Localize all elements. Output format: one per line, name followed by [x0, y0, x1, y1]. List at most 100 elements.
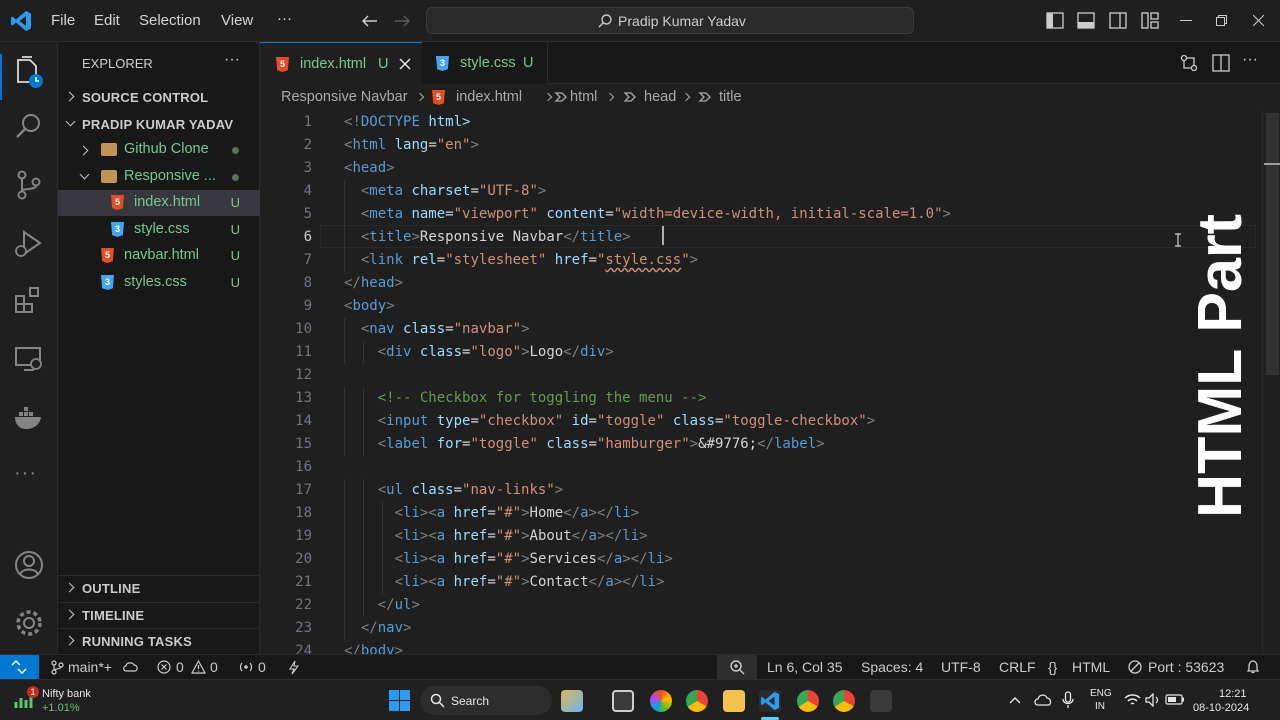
- microphone-icon[interactable]: [1062, 691, 1074, 709]
- warning-icon: [191, 660, 206, 674]
- snipping-tool-icon[interactable]: [870, 690, 892, 712]
- menu-more-button[interactable]: ···: [277, 10, 292, 27]
- git-branch-label[interactable]: main*+: [68, 659, 112, 675]
- sync-cloud-icon[interactable]: [122, 660, 140, 674]
- tree-item-github-clone[interactable]: Github Clone: [58, 137, 260, 163]
- warning-count[interactable]: 0: [210, 659, 218, 675]
- stock-widget[interactable]: 1 Nifty bank +1.01%: [14, 686, 96, 716]
- eol-setting[interactable]: CRLF: [999, 659, 1036, 675]
- compare-changes-icon[interactable]: [1180, 54, 1198, 72]
- css-file-icon: 3: [111, 222, 124, 237]
- run-debug-icon[interactable]: [12, 226, 46, 260]
- onedrive-cloud-icon[interactable]: [1034, 693, 1052, 707]
- overlay-caption: HTML Part: [1186, 214, 1255, 518]
- menu-file[interactable]: File: [51, 12, 75, 29]
- scrollbar-cursor-marker: [1264, 163, 1280, 165]
- back-arrow-icon[interactable]: [360, 13, 378, 29]
- minimize-icon[interactable]: [1180, 20, 1192, 22]
- notifications-bell-icon[interactable]: [1245, 659, 1261, 675]
- windows-start-icon[interactable]: [389, 690, 410, 711]
- tree-item-navbar-html[interactable]: 5 navbar.html U: [58, 243, 260, 269]
- breadcrumb-html[interactable]: html: [570, 89, 597, 105]
- widgets-app-icon[interactable]: [561, 690, 583, 712]
- close-tab-icon[interactable]: [399, 58, 411, 70]
- wifi-icon[interactable]: [1124, 693, 1141, 707]
- cursor-position[interactable]: Ln 6, Col 35: [767, 659, 843, 675]
- ports-count[interactable]: 0: [258, 659, 266, 675]
- running-tasks-section-header[interactable]: RUNNING TASKS: [58, 628, 260, 652]
- scrollbar-thumb[interactable]: [1266, 113, 1279, 375]
- menu-edit[interactable]: Edit: [94, 12, 120, 29]
- encoding-setting[interactable]: UTF-8: [941, 659, 981, 675]
- editor-more-actions-button[interactable]: ···: [1242, 51, 1258, 69]
- customize-layout-icon[interactable]: [1141, 12, 1159, 29]
- chrome-icon[interactable]: [686, 690, 708, 712]
- toggle-panel-icon[interactable]: [1077, 12, 1095, 29]
- language-mode[interactable]: HTML: [1072, 659, 1110, 675]
- tab-style-css[interactable]: 3 style.css U: [422, 42, 548, 84]
- indent-guide: [362, 525, 364, 548]
- chrome-profile-2-icon[interactable]: [833, 690, 855, 712]
- tree-item-styles-css[interactable]: 3 styles.css U: [58, 270, 260, 296]
- error-count[interactable]: 0: [176, 659, 184, 675]
- chrome-profile-icon[interactable]: [797, 690, 819, 712]
- tree-item-index-html[interactable]: 5 index.html U: [58, 190, 260, 216]
- clock-time[interactable]: 12:21: [1219, 688, 1247, 700]
- tree-item-style-css[interactable]: 3 style.css U: [58, 217, 260, 243]
- vertical-scrollbar[interactable]: [1262, 111, 1280, 654]
- chevron-right-icon: [64, 582, 75, 593]
- timeline-section-header[interactable]: TIMELINE: [58, 602, 260, 626]
- zoom-magnifier-icon: [730, 660, 745, 675]
- tree-item-responsive[interactable]: Responsive ...: [58, 164, 260, 190]
- remote-indicator-button[interactable]: [0, 655, 39, 679]
- source-control-icon[interactable]: [12, 168, 46, 202]
- toggle-secondary-sidebar-icon[interactable]: [1109, 12, 1127, 29]
- volume-icon[interactable]: [1145, 693, 1161, 707]
- chevron-up-icon[interactable]: [1009, 695, 1021, 705]
- breadcrumb-head[interactable]: head: [644, 89, 676, 105]
- split-editor-icon[interactable]: [1212, 54, 1230, 72]
- code-line: <link rel="stylesheet" href="style.css">: [360, 252, 699, 268]
- toggle-primary-sidebar-icon[interactable]: [1046, 12, 1064, 29]
- lightning-icon[interactable]: [288, 660, 300, 675]
- tab-index-html[interactable]: 5 index.html U: [260, 42, 422, 84]
- source-control-section-header[interactable]: SOURCE CONTROL: [58, 85, 260, 109]
- breadcrumb-file[interactable]: index.html: [456, 89, 522, 105]
- battery-icon[interactable]: [1165, 694, 1185, 705]
- tab-untracked-badge: U: [523, 55, 534, 71]
- explorer-icon[interactable]: [12, 56, 46, 90]
- clock-date[interactable]: 08-10-2024: [1193, 702, 1249, 714]
- close-window-icon[interactable]: [1253, 15, 1264, 26]
- menu-selection[interactable]: Selection: [139, 12, 201, 29]
- forward-arrow-icon[interactable]: [394, 13, 412, 29]
- zoom-button[interactable]: [717, 655, 757, 679]
- windows-taskbar: 1 Nifty bank +1.01% Search ENG IN 12:21 …: [0, 679, 1280, 720]
- vscode-taskbar-icon[interactable]: [759, 690, 781, 712]
- live-server-port[interactable]: Port : 53623: [1148, 659, 1224, 675]
- folder-app-icon[interactable]: [723, 690, 745, 712]
- breadcrumb-folder[interactable]: Responsive Navbar: [281, 89, 408, 105]
- line-number: 22: [295, 597, 312, 613]
- explorer-more-button[interactable]: ···: [224, 51, 240, 69]
- vscode-logo-icon[interactable]: [10, 10, 32, 32]
- copilot-icon[interactable]: [650, 690, 672, 712]
- workspace-section-header[interactable]: PRADIP KUMAR YADAV: [58, 112, 260, 136]
- restore-icon[interactable]: [1216, 15, 1227, 26]
- command-center-search[interactable]: Pradip Kumar Yadav: [426, 7, 914, 34]
- code-editor[interactable]: 1 2 3 4 5 6 7 8 9 10 11 12 13 14 15 16 17 18 19 20 21 22 23 24 …: [260, 111, 1280, 654]
- remote-explorer-icon[interactable]: [12, 342, 46, 376]
- file-explorer-task-icon[interactable]: [612, 690, 634, 712]
- breadcrumb-title[interactable]: title: [719, 89, 742, 105]
- accounts-icon[interactable]: [12, 548, 46, 582]
- extensions-icon[interactable]: [12, 284, 46, 318]
- indentation-setting[interactable]: Spaces: 4: [861, 659, 923, 675]
- menu-view[interactable]: View: [221, 12, 253, 29]
- taskbar-search-box[interactable]: Search: [420, 686, 552, 715]
- more-views-icon[interactable]: ···: [14, 462, 37, 485]
- outline-section-header[interactable]: OUTLINE: [58, 575, 260, 599]
- docker-icon[interactable]: [12, 400, 46, 434]
- manage-gear-icon[interactable]: [12, 606, 46, 640]
- language-indicator-top[interactable]: ENG: [1090, 688, 1112, 699]
- activity-bar: ···: [0, 42, 58, 654]
- search-sidebar-icon[interactable]: [12, 110, 46, 144]
